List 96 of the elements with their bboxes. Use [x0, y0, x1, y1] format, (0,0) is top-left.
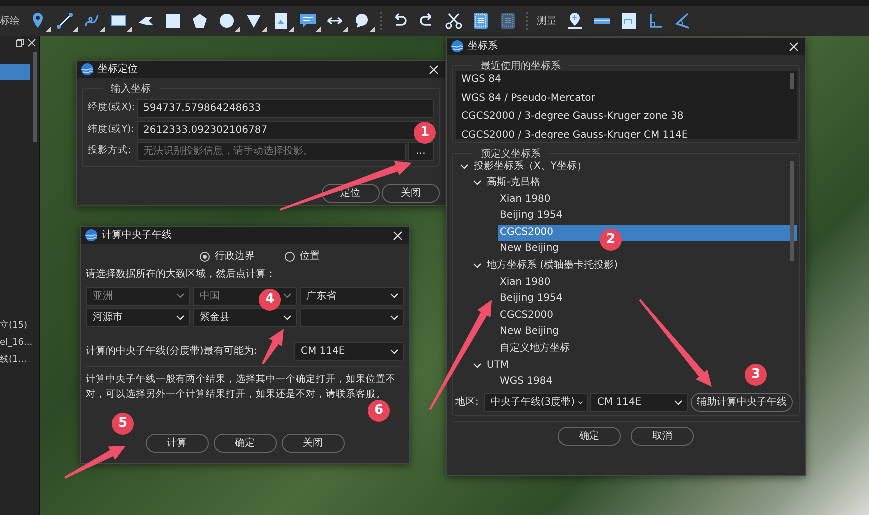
- close-button[interactable]: [427, 62, 441, 76]
- chevron-down-icon: [390, 348, 399, 354]
- chevron-down-icon: [674, 400, 684, 406]
- radio-label[interactable]: 行政边界: [215, 249, 255, 264]
- chevron-down-icon: [390, 293, 399, 299]
- dialog-button[interactable]: 关闭: [282, 434, 344, 453]
- list-item[interactable]: WGS 84 / Pseudo-Mercator: [456, 90, 796, 108]
- group-title: 预定义坐标系: [473, 146, 549, 162]
- close-icon: [429, 64, 439, 74]
- dropdown[interactable]: 河源市: [86, 308, 190, 327]
- list-item[interactable]: WGS 84: [456, 71, 796, 90]
- comment-icon[interactable]: [299, 12, 321, 32]
- chevron-down-icon: [283, 314, 292, 320]
- pin-icon[interactable]: [566, 12, 584, 30]
- tree-item[interactable]: UTM: [485, 358, 512, 374]
- chevron-down-icon: [176, 293, 186, 299]
- scrollbar[interactable]: [33, 52, 37, 142]
- chevron-down-icon: [283, 293, 292, 299]
- chevron-down-icon: [390, 314, 399, 320]
- funnel-icon[interactable]: [245, 12, 267, 32]
- close-button[interactable]: [391, 228, 405, 242]
- browse-button[interactable]: ...: [408, 142, 434, 161]
- scissors-icon[interactable]: [445, 12, 463, 30]
- tree-item[interactable]: WGS 1984: [498, 374, 555, 390]
- document-icon[interactable]: [472, 12, 490, 30]
- input-field[interactable]: 594737.579864248633: [136, 99, 434, 118]
- dialog-title: 坐标定位: [98, 62, 138, 77]
- chevron-down-icon[interactable]: [472, 180, 482, 186]
- dialog-button[interactable]: 确定: [214, 434, 276, 453]
- field-label: 计算的中央子午线(分度带)最有可能为:: [86, 344, 258, 359]
- image-icon[interactable]: [272, 12, 294, 32]
- app-logo-icon: [81, 63, 94, 76]
- radio-button[interactable]: [200, 252, 210, 262]
- toolbar-label: 测量: [537, 14, 557, 28]
- toolbar-label: 标绘: [0, 14, 20, 28]
- dialog-button[interactable]: 辅助计算中央子午线: [690, 393, 793, 412]
- tree-item[interactable]: 投影坐标系（X、Y坐标）: [472, 158, 589, 176]
- layer-item[interactable]: 线(1...: [0, 352, 39, 368]
- pentagon-icon[interactable]: [191, 12, 209, 30]
- dialog-button[interactable]: 取消: [631, 426, 694, 446]
- tree-item[interactable]: Beijing 1954: [498, 208, 565, 225]
- dialog-button[interactable]: 确定: [558, 426, 621, 446]
- dialog-button[interactable]: 关闭: [382, 184, 440, 202]
- dialog-button[interactable]: 计算: [146, 434, 208, 453]
- radio-label[interactable]: 位置: [300, 249, 320, 264]
- tree-item[interactable]: 地方坐标系 (横轴墨卡托投影): [485, 258, 620, 275]
- angle-icon[interactable]: [674, 12, 692, 30]
- close-icon[interactable]: [28, 39, 36, 47]
- chevron-down-icon[interactable]: [472, 263, 482, 270]
- field-label: 经度(或X):: [88, 101, 134, 116]
- dialog-title: 坐标系: [468, 40, 498, 54]
- field-label: 地区:: [456, 396, 479, 410]
- dropdown[interactable]: 广东省: [300, 286, 404, 306]
- dropdown[interactable]: 紫金县: [192, 308, 298, 327]
- tree-item[interactable]: New Beijing: [498, 241, 562, 258]
- radio-button[interactable]: [285, 252, 295, 262]
- close-icon: [393, 230, 403, 240]
- tree-item[interactable]: New Beijing: [498, 324, 562, 342]
- instruction-text: 请选择数据所在的大致区域，然后点计算：: [86, 268, 277, 282]
- line-icon[interactable]: [56, 12, 78, 32]
- layer-item[interactable]: 立(15): [0, 318, 39, 334]
- chevron-down-icon: [578, 400, 583, 406]
- annotation-arrow: [262, 329, 284, 364]
- chevron-down-icon[interactable]: [460, 164, 468, 170]
- tree-item[interactable]: 高斯-克吕格: [485, 175, 543, 192]
- curve-icon[interactable]: [83, 12, 105, 32]
- list-item[interactable]: CGCS2000 / 3-degree Gauss-Kruger zone 38: [456, 108, 796, 126]
- chevron-down-icon[interactable]: [472, 362, 482, 369]
- tree-item[interactable]: 自定义地方坐标: [498, 341, 572, 358]
- chevron-down-icon: [176, 314, 186, 320]
- tree-item[interactable]: Beijing 1954: [498, 291, 565, 308]
- restore-icon[interactable]: [16, 39, 24, 47]
- dropdown[interactable]: CM 114E: [590, 393, 688, 412]
- app-logo-icon: [85, 229, 98, 242]
- dropdown[interactable]: CM 114E: [294, 342, 404, 361]
- app-logo-icon: [451, 40, 464, 53]
- tree-item[interactable]: CGCS2000: [498, 308, 556, 324]
- blob-icon[interactable]: [353, 12, 375, 32]
- circle-icon[interactable]: [218, 12, 240, 32]
- scrollbar[interactable]: [790, 73, 794, 89]
- close-icon: [789, 42, 799, 52]
- square-icon[interactable]: [164, 12, 182, 30]
- annotation-arrow: [64, 446, 126, 479]
- field-label: 纬度(或Y):: [88, 122, 134, 137]
- right-angle-icon[interactable]: [647, 12, 665, 30]
- close-button[interactable]: [787, 40, 801, 54]
- tree-item[interactable]: Xian 1980: [498, 274, 553, 292]
- layer-item[interactable]: el_16...: [0, 335, 39, 351]
- area-icon[interactable]: [620, 12, 638, 30]
- dialog-title: 计算中央子午线: [102, 228, 172, 243]
- note-text: 计算中央子午线一般有两个结果，选择其中一个确定打开，如果位置不对，可以选择另外一个计算结果打开，如果还是不对，请联系客服。: [86, 373, 397, 402]
- input-field[interactable]: 无法识别投影信息，请手动选择投影。: [136, 142, 406, 161]
- tree-item[interactable]: Xian 1980: [498, 192, 553, 208]
- dropdown[interactable]: 中央子午线(3度带): [484, 393, 588, 412]
- scrollbar[interactable]: [790, 160, 794, 260]
- field-label: 投影方式:: [88, 144, 132, 158]
